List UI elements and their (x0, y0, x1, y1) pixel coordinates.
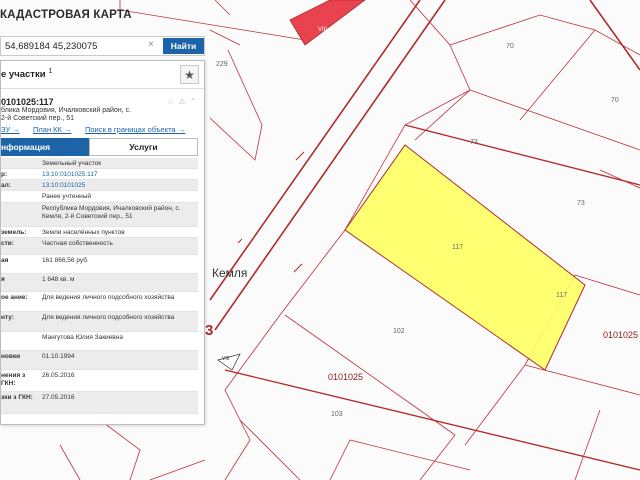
row-key: нту: (1, 314, 14, 321)
road-marker-label: VIII (222, 356, 230, 362)
row-key: сти: (1, 240, 14, 247)
plot-number-70a: 70 (506, 43, 514, 50)
close-icon[interactable]: × (148, 39, 154, 50)
row-value: Частная собственность (42, 240, 113, 247)
panel-title-text: е участки (1, 69, 46, 81)
row-key: я (1, 276, 5, 283)
table-row: ая 161 866,56 руб. (1, 255, 198, 274)
plot-number-103: 103 (331, 411, 343, 418)
row-key: ал: (1, 182, 11, 189)
plot-number-73b: 73 (577, 200, 585, 207)
quarter-number-right: 0101025 (603, 330, 639, 340)
row-value: 161 866,56 руб. (42, 257, 89, 264)
link-zu[interactable]: ЗУ → (1, 125, 20, 134)
row-value-link[interactable]: 13:10:0101025 (42, 182, 197, 190)
village-label: Кемля (212, 266, 248, 280)
parcel-address-line: 2-й Советский пер., 51 (1, 115, 74, 122)
table-row: Республика Мордовия, Ичалковский район, … (1, 203, 198, 227)
tab-services[interactable]: Услуги (89, 138, 198, 156)
plot-number-117b: 117 (556, 292, 568, 299)
table-row: Ранее учтенный (1, 191, 198, 203)
row-value-link[interactable]: 13:10:0101025:117 (42, 171, 197, 179)
row-value: 27.05.2016 (42, 394, 75, 401)
parcel-address: блика Мордовия, Ичалковский район, с. 2-… (1, 107, 176, 123)
table-row: зки з ГКН: 27.05.2016 (1, 392, 198, 414)
row-key: новки (1, 353, 21, 360)
row-key: нения з ГКН: (1, 372, 26, 387)
table-row: Земельный участок (1, 158, 198, 169)
search-button[interactable]: Найти (163, 38, 204, 54)
row-value: Земли населённых пунктов (42, 229, 125, 236)
tab-information[interactable]: нформация (1, 138, 89, 156)
parcel-action-icons[interactable]: ☆ ⚠ ⌃ (167, 97, 198, 106)
row-key: ая (1, 257, 9, 264)
star-icon[interactable]: ★ (180, 65, 199, 84)
quarter-number-left: 0101025 (328, 372, 364, 382)
panel-title: е участки 1 (1, 68, 52, 80)
plot-number-73a: 73 (470, 139, 478, 146)
row-key: ое ание: (1, 294, 28, 301)
row-value: Земельный участок (42, 160, 102, 167)
table-row: Мангутова Юлия Закиевна (1, 332, 198, 351)
row-key: р: (1, 171, 8, 178)
table-row: нту: Для ведения личного подсобного хозяй… (1, 312, 198, 332)
district-number: 3 (205, 322, 214, 339)
app-title: КАДАСТРОВАЯ КАРТА (0, 9, 132, 21)
row-value: Для ведения личного подсобного хозяйства (42, 314, 175, 321)
row-key: земель: (1, 229, 27, 236)
row-value: Республика Мордовия, Ичалковский район, … (42, 205, 181, 220)
row-value: 01.10.1994 (42, 353, 75, 360)
building-label: VIII (318, 27, 327, 33)
row-key: зки з ГКН: (1, 394, 33, 401)
table-row: ал: 13:10:0101025 (1, 180, 198, 191)
link-search-within[interactable]: Поиск в границах объекта → (85, 125, 185, 134)
panel-tabs: нформация Услуги (1, 138, 198, 156)
table-row: земель: Земли населённых пунктов (1, 227, 198, 238)
panel-header: е участки 1 ★ (1, 61, 204, 89)
selected-parcel-shape (344, 144, 586, 371)
table-row: сти: Частная собственность (1, 238, 198, 255)
plot-number-229: 229 (216, 61, 228, 68)
plot-number-117a: 117 (452, 244, 464, 251)
search-input[interactable] (5, 37, 145, 55)
parcel-cadastral-number: 0101025:117 (1, 97, 54, 107)
plot-number-102: 102 (393, 328, 405, 335)
parcel-address-line: блика Мордовия, Ичалковский район, с. (1, 107, 132, 114)
table-row: нения з ГКН: 26.05.2016 (1, 370, 198, 392)
plot-number-70b: 70 (611, 97, 619, 104)
link-plan-kk[interactable]: План КК → (33, 125, 72, 134)
table-row: р: 13:10:0101025:117 (1, 169, 198, 180)
row-value: 26.05.2016 (42, 372, 75, 379)
building-shape (289, 0, 366, 46)
row-value: 1 648 кв. м (42, 276, 75, 283)
table-row: ое ание: Для ведения личного подсобного х… (1, 292, 198, 312)
row-value: Для ведения личного подсобного хозяйства (42, 294, 175, 301)
table-row: новки 01.10.1994 (1, 351, 198, 370)
row-value: Ранее учтенный (42, 193, 91, 200)
result-count-badge: 1 (48, 68, 53, 75)
results-panel: е участки 1 ★ 0101025:117 ☆ ⚠ ⌃ блика Мор… (0, 60, 205, 425)
row-value: Мангутова Юлия Закиевна (42, 334, 123, 341)
table-row: я 1 648 кв. м (1, 274, 198, 292)
search-bar: × Найти (0, 36, 205, 56)
